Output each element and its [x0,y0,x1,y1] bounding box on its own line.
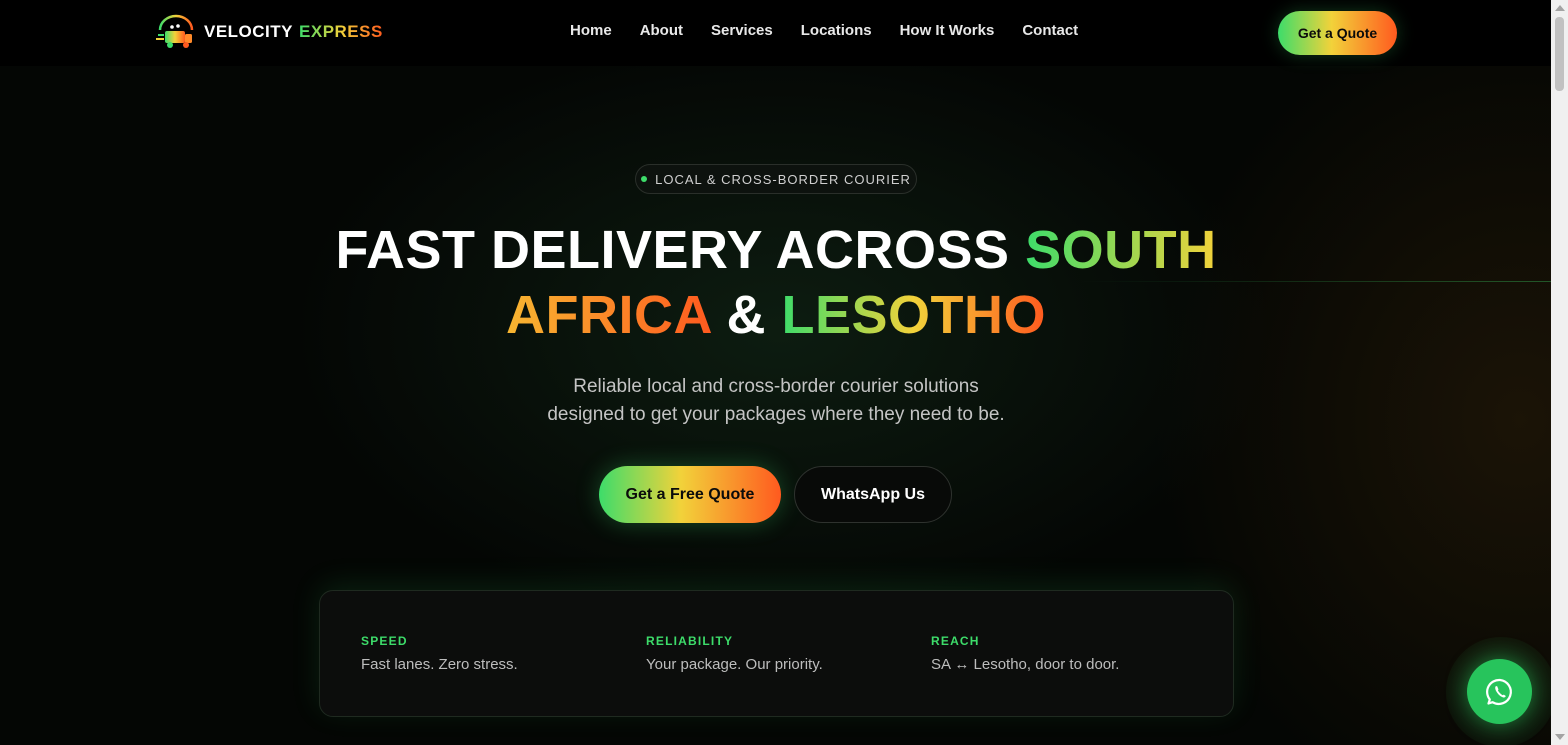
headline-part-fast-delivery: FAST DELIVERY ACROSS [335,220,1026,280]
nav-about[interactable]: About [640,22,683,39]
hero-badge: LOCAL & CROSS-BORDER COURIER [635,164,917,194]
site-header: VELOCITY EXPRESS Home About Services Loc… [0,0,1551,66]
nav-services[interactable]: Services [711,22,773,39]
brand-word-express: EXPRESS [299,22,383,41]
hero-subtitle: Reliable local and cross-border courier … [476,373,1076,429]
feature-title: RELIABILITY [646,634,734,648]
nav-how-it-works[interactable]: How It Works [900,22,995,39]
hero-subtitle-line-1: Reliable local and cross-border courier … [573,376,979,397]
nav-home[interactable]: Home [570,22,612,39]
page: VELOCITY EXPRESS Home About Services Loc… [0,0,1551,745]
feature-reach: REACH SA ↔ Lesotho, door to door. [931,634,1119,673]
page-scrollbar[interactable] [1551,0,1568,745]
feature-title: REACH [931,634,980,648]
hero-subtitle-line-2: designed to get your packages where they… [547,404,1005,425]
headline-word-africa: AFRICA [505,285,711,345]
feature-reliability: RELIABILITY Your package. Our priority. [646,634,823,673]
headline-word-lesotho: LESOTHO [781,285,1046,345]
floating-whatsapp-button[interactable] [1467,659,1532,724]
delivery-truck-logo-icon [156,14,194,48]
brand-word-velocity: VELOCITY [204,22,294,41]
badge-dot-icon [641,176,648,182]
feature-speed: SPEED Fast lanes. Zero stress. [361,634,518,673]
scrollbar-thumb[interactable] [1555,17,1564,91]
feature-description: Fast lanes. Zero stress. [361,656,518,673]
feature-title: SPEED [361,634,408,648]
headline-word-south: SOUTH [1025,220,1217,280]
brand-logo[interactable]: VELOCITY EXPRESS [156,14,383,50]
scroll-down-arrow-icon[interactable] [1555,734,1565,740]
main-nav: Home About Services Locations How It Wor… [570,22,1078,39]
scroll-up-arrow-icon[interactable] [1555,5,1565,11]
nav-contact[interactable]: Contact [1022,22,1078,39]
whatsapp-icon [1485,678,1512,705]
feature-description: Your package. Our priority. [646,656,823,673]
whatsapp-us-button[interactable]: WhatsApp Us [794,466,952,523]
badge-label: LOCAL & CROSS-BORDER COURIER [655,171,911,187]
hero-headline: FAST DELIVERY ACROSS SOUTH AFRICA & LESO… [260,218,1292,348]
headline-ampersand: & [710,285,782,345]
nav-locations[interactable]: Locations [801,22,872,39]
features-card: SPEED Fast lanes. Zero stress. RELIABILI… [319,590,1234,717]
get-free-quote-button[interactable]: Get a Free Quote [599,466,781,523]
feature-description: SA ↔ Lesotho, door to door. [931,656,1120,673]
get-a-quote-button[interactable]: Get a Quote [1278,11,1397,55]
brand-name: VELOCITY EXPRESS [204,22,383,42]
